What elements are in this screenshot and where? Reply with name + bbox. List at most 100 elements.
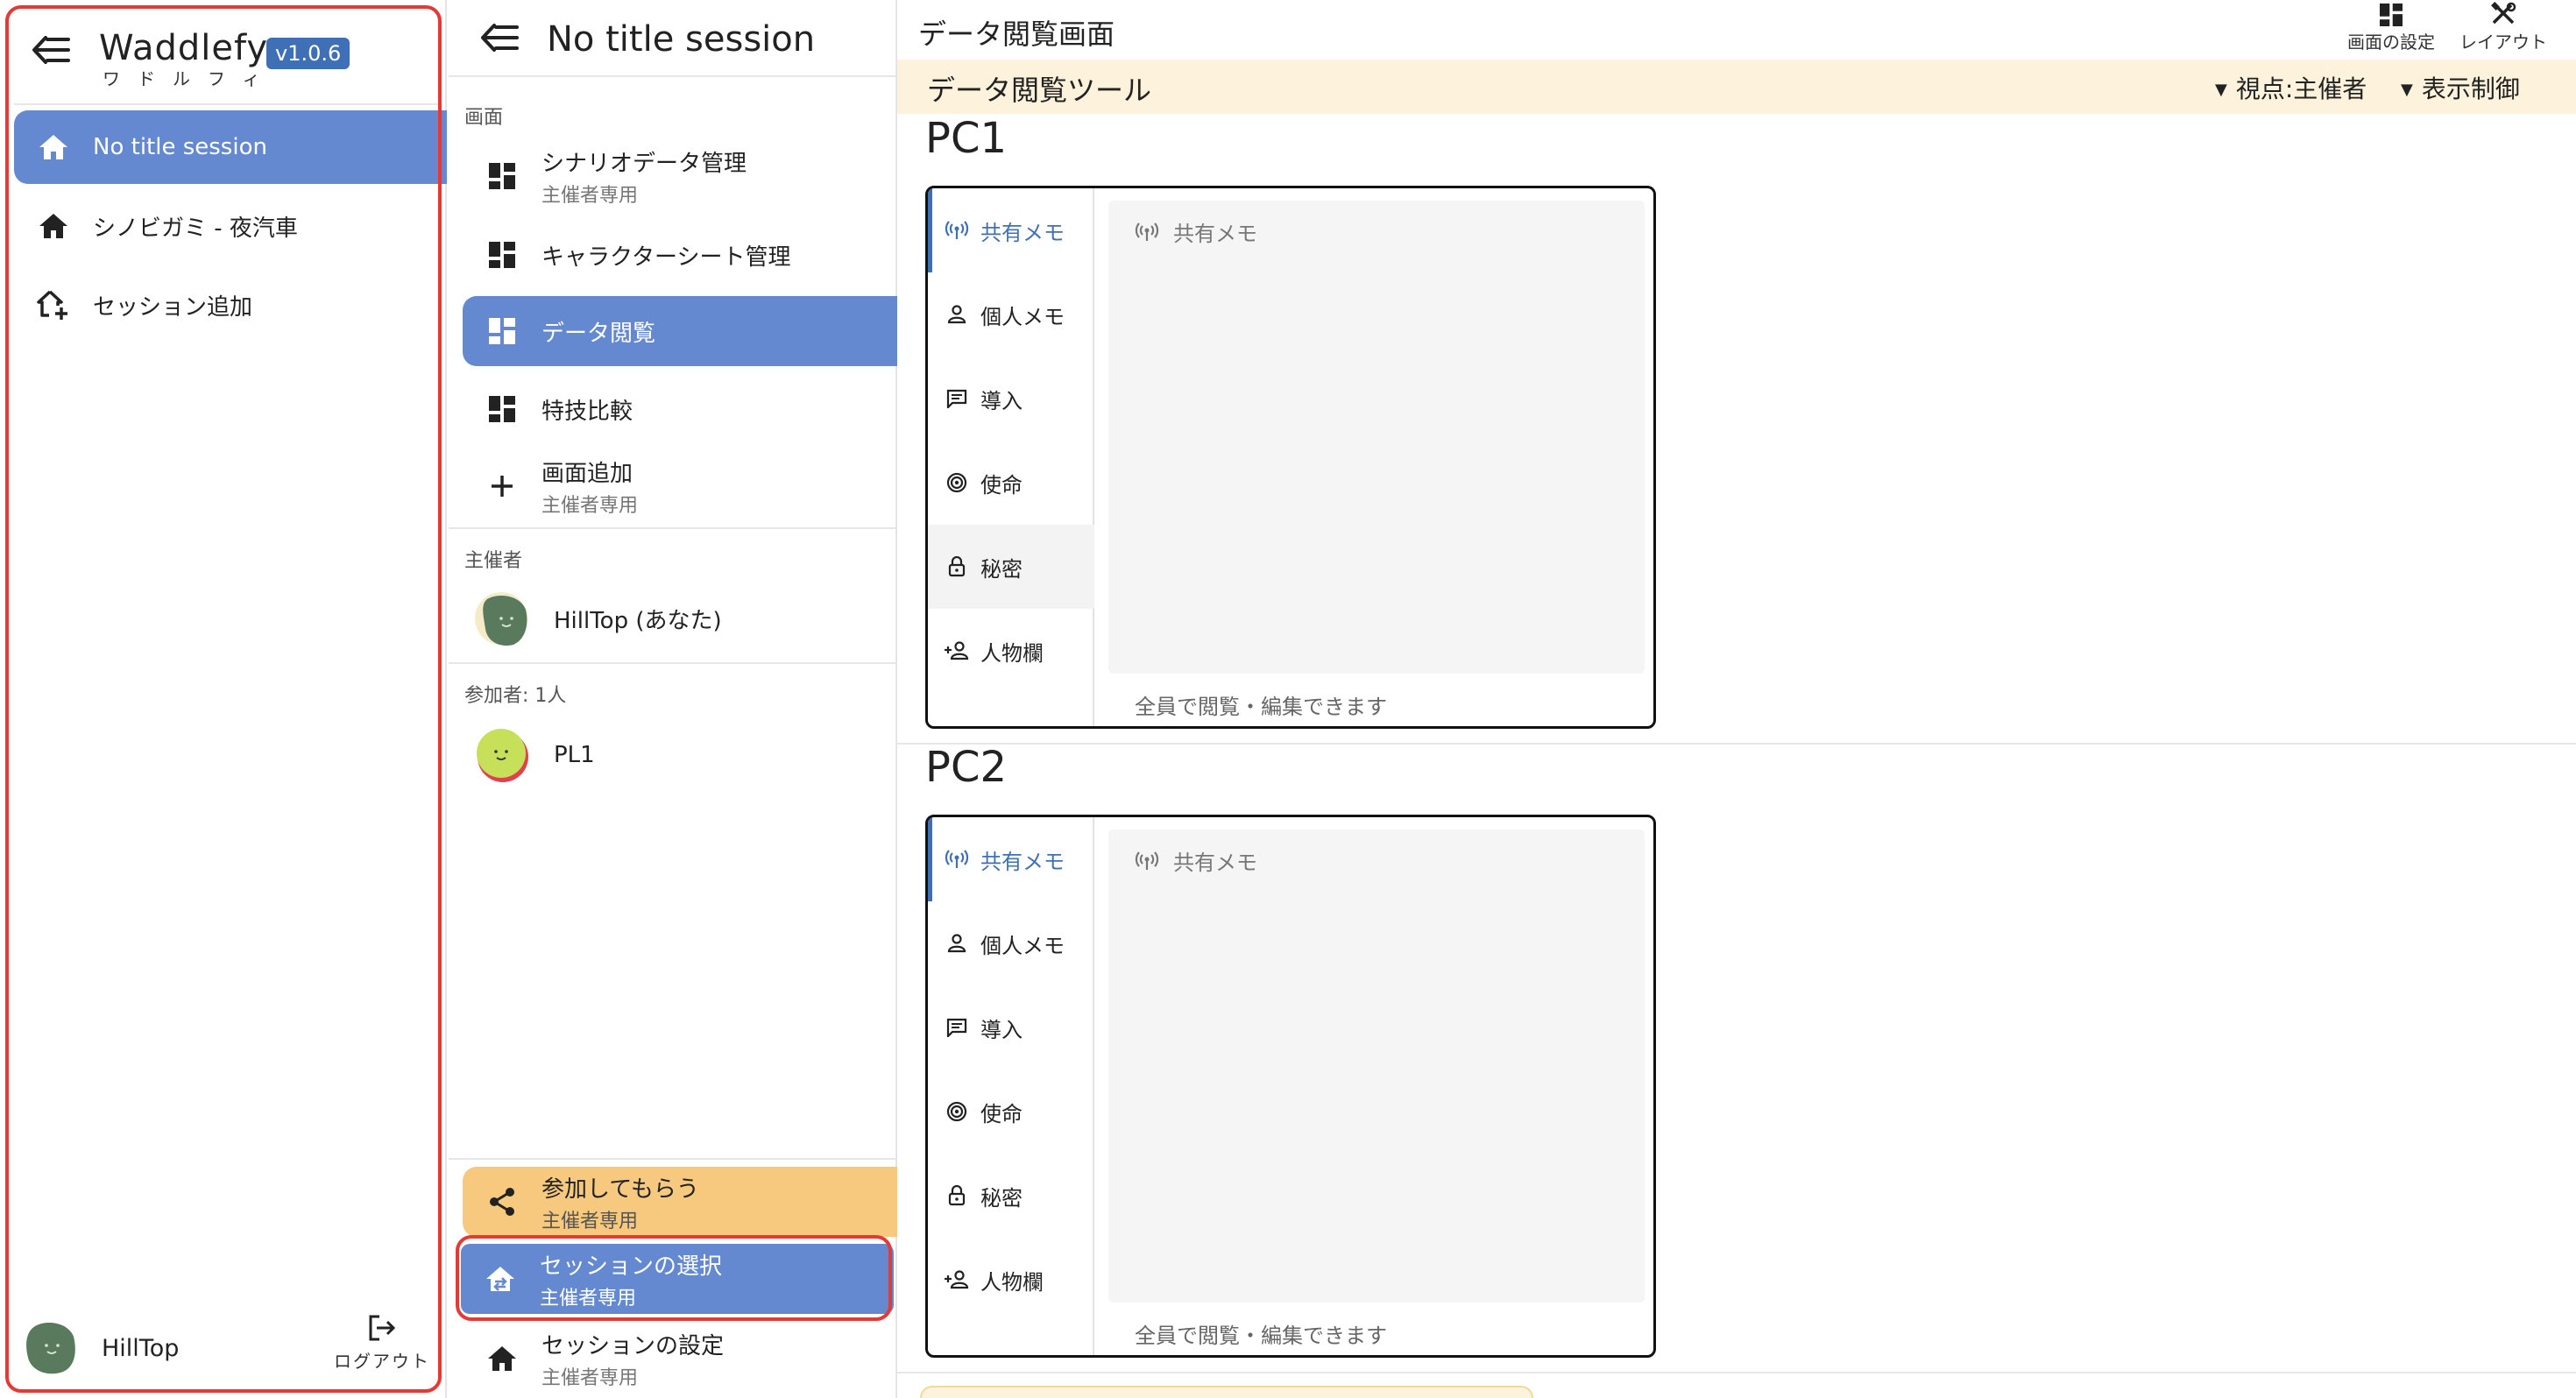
tab-label: 人物欄 <box>980 640 1044 666</box>
tab-shared-memo[interactable]: 共有メモ <box>928 188 1094 272</box>
participants-section-label: 参加者: 1人 <box>464 685 567 707</box>
nav-item-label: データ閲覧 <box>541 320 656 347</box>
tab-label: 導入 <box>980 1017 1023 1042</box>
tab-secret[interactable]: 秘密 <box>928 525 1094 609</box>
session-settings-button[interactable]: セッションの設定主催者専用 <box>463 1323 897 1394</box>
viewpoint-label: 視点:主催者 <box>2235 74 2367 103</box>
highlight-outline-select-session <box>456 1235 892 1321</box>
divider <box>449 75 897 77</box>
tab-label: 使命 <box>980 1101 1023 1126</box>
divider <box>897 743 2576 745</box>
memo-placeholder-text: 共有メモ <box>1173 851 1257 875</box>
memo-textarea[interactable]: 共有メモ <box>1108 201 1645 674</box>
lock-icon <box>948 1185 966 1206</box>
pc-title: PC1 <box>925 114 1007 163</box>
screen-settings-label: 画面の設定 <box>2347 32 2435 53</box>
tab-label: 個人メモ <box>980 304 1065 329</box>
caret-down-icon: ▼ <box>2401 81 2413 99</box>
add-person-icon <box>945 641 969 660</box>
viewpoint-dropdown[interactable]: ▼ 視点:主催者 <box>2215 70 2367 105</box>
tab-list: 共有メモ 個人メモ 導入 使命 秘密 人物欄 <box>928 817 1094 1355</box>
dashboard-icon <box>2380 4 2403 26</box>
nav-item-label: セッションの設定 <box>541 1332 725 1359</box>
nav-item-character-sheet[interactable]: キャラクターシート管理 <box>463 219 897 291</box>
tool-title: データ閲覧ツール <box>927 74 1152 107</box>
layout-button[interactable]: レイアウト <box>2446 0 2560 53</box>
divider <box>897 1372 2576 1373</box>
tab-people[interactable]: 人物欄 <box>928 1238 1094 1322</box>
home-icon <box>488 1346 516 1371</box>
dashboard-icon <box>489 242 515 268</box>
nav-item-label: 特技比較 <box>541 398 633 425</box>
nav-item-scenario-data[interactable]: シナリオデータ管理 主催者専用 <box>463 140 897 212</box>
nav-item-sublabel: 主催者専用 <box>541 184 639 207</box>
caret-down-icon: ▼ <box>2215 81 2227 99</box>
message-icon <box>946 389 967 408</box>
layout-tools-icon <box>2491 2 2516 25</box>
tab-label: 人物欄 <box>980 1269 1044 1295</box>
highlight-outline-sidebar <box>5 5 442 1393</box>
tab-secret[interactable]: 秘密 <box>928 1154 1094 1238</box>
nav-item-sublabel: 主催者専用 <box>541 1366 639 1389</box>
tab-intro[interactable]: 導入 <box>928 985 1094 1070</box>
tab-list: 共有メモ 個人メモ 導入 使命 秘密 人物欄 <box>928 188 1094 726</box>
dashboard-icon <box>489 396 515 422</box>
memo-placeholder-text: 共有メモ <box>1173 222 1257 246</box>
broadcast-icon <box>1135 222 1159 241</box>
pc-card: 共有メモ 個人メモ 導入 使命 秘密 人物欄 共有メモ 全員で閲覧・編集できます <box>925 186 1656 729</box>
memo-helper-text: 全員で閲覧・編集できます <box>1135 1324 1387 1348</box>
tab-label: 共有メモ <box>980 220 1065 245</box>
next-tool-header-peek <box>920 1386 1533 1398</box>
target-icon <box>946 1101 967 1122</box>
session-title: No title session <box>547 19 816 60</box>
layout-label: レイアウト <box>2459 32 2547 53</box>
dashboard-icon <box>489 318 515 344</box>
add-person-icon <box>945 1270 969 1289</box>
participant-name: PL1 <box>554 742 595 768</box>
broadcast-icon <box>945 221 969 239</box>
person-icon <box>947 934 966 953</box>
display-control-dropdown[interactable]: ▼ 表示制御 <box>2401 70 2520 105</box>
memo-placeholder: 共有メモ <box>1135 845 1257 876</box>
host-name: HillTop (あなた) <box>554 607 722 634</box>
tab-people[interactable]: 人物欄 <box>928 609 1094 693</box>
tab-shared-memo[interactable]: 共有メモ <box>928 817 1094 901</box>
nav-item-skill-compare[interactable]: 特技比較 <box>463 373 897 445</box>
screen-settings-button[interactable]: 画面の設定 <box>2334 0 2448 53</box>
tab-label: 秘密 <box>980 556 1023 582</box>
tab-personal-memo[interactable]: 個人メモ <box>928 901 1094 985</box>
tab-personal-memo[interactable]: 個人メモ <box>928 272 1094 357</box>
participant-user: PL1 <box>475 727 595 783</box>
person-icon <box>947 305 966 324</box>
add-screen-button[interactable]: 画面追加 主催者専用 <box>463 450 897 522</box>
memo-textarea[interactable]: 共有メモ <box>1108 830 1645 1303</box>
broadcast-icon <box>1135 851 1159 870</box>
divider <box>449 1158 897 1160</box>
host-user: HillTop (あなた) <box>475 590 722 646</box>
tab-label: 共有メモ <box>980 849 1065 874</box>
target-icon <box>946 472 967 493</box>
memo-placeholder: 共有メモ <box>1135 216 1257 247</box>
tab-mission[interactable]: 使命 <box>928 1070 1094 1154</box>
tab-label: 個人メモ <box>980 933 1065 958</box>
main-content: データ閲覧画面 画面の設定 レイアウト データ閲覧ツール ▼ 視点:主催者 ▼ 表示… <box>897 0 2576 1398</box>
nav-item-label: キャラクターシート管理 <box>541 244 791 271</box>
avatar <box>477 729 528 782</box>
share-icon <box>490 1188 514 1216</box>
tab-label: 導入 <box>980 388 1023 413</box>
nav-item-data-view[interactable]: データ閲覧 <box>463 296 897 366</box>
tool-header: データ閲覧ツール ▼ 視点:主催者 ▼ 表示制御 <box>897 60 2576 114</box>
tab-intro[interactable]: 導入 <box>928 357 1094 441</box>
broadcast-icon <box>945 850 969 868</box>
dashboard-icon <box>489 163 515 189</box>
plus-icon <box>492 476 513 497</box>
screen-title: データ閲覧画面 <box>918 18 1115 51</box>
tab-mission[interactable]: 使命 <box>928 441 1094 525</box>
screens-section-label: 画面 <box>464 107 504 129</box>
invite-button[interactable]: 参加してもらう 主催者専用 <box>463 1167 897 1237</box>
collapse-session-nav-button[interactable] <box>480 23 519 53</box>
message-icon <box>946 1018 967 1037</box>
nav-item-label: 画面追加 <box>541 460 633 487</box>
tab-label: 使命 <box>980 472 1023 498</box>
host-section-label: 主催者 <box>464 550 523 572</box>
